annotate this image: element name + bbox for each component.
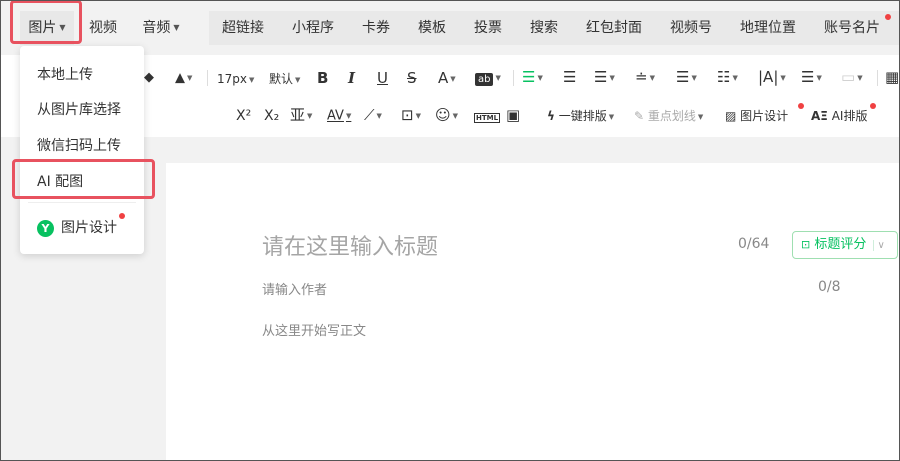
chevron-down-icon: ∨ — [872, 240, 885, 251]
bold-button[interactable]: B — [317, 68, 328, 88]
one-click-layout-label: 一键排版 — [558, 109, 607, 123]
subscript-button[interactable]: X₂ — [264, 106, 279, 126]
emphasis-line-label: 重点划线 — [647, 109, 696, 123]
menu-item-image-design[interactable]: Y 图片设计 — [37, 217, 117, 237]
image-icon: ▨ — [725, 109, 737, 123]
bullet-list-icon[interactable]: ☰ ▼ — [801, 67, 822, 88]
list-indent-icon[interactable]: ☷ ▼ — [717, 67, 738, 88]
divider-line-icon[interactable]: 亚 ▼ — [290, 105, 312, 126]
tab-audio[interactable]: 音频 ▼ — [135, 11, 187, 45]
image-design-label: 图片设计 — [740, 109, 789, 123]
tab-channels[interactable]: 视频号 — [670, 11, 712, 45]
font-color-button[interactable]: A ▼ — [438, 68, 456, 89]
format-painter-icon[interactable]: ▲ ▼ — [175, 68, 192, 89]
divider — [513, 70, 514, 86]
menu-item-wechat-scan-upload[interactable]: 微信扫码上传 — [37, 135, 121, 155]
tab-mini-program[interactable]: 小程序 — [292, 11, 334, 45]
eraser-icon[interactable]: ◆ — [144, 68, 154, 88]
title-input[interactable]: 请在这里输入标题 — [262, 229, 438, 261]
image-insert-menu: 本地上传 从图片库选择 微信扫码上传 AI 配图 Y 图片设计 — [20, 46, 144, 254]
ai-layout-label: AI排版 — [831, 109, 868, 123]
notification-dot — [798, 103, 804, 109]
author-char-count: 0/8 — [818, 279, 841, 295]
author-input[interactable]: 请输入作者 — [262, 279, 327, 298]
editor-paper — [166, 163, 900, 461]
tab-hyperlink[interactable]: 超链接 — [222, 11, 264, 45]
font-size-value: 17px — [217, 72, 247, 86]
italic-button[interactable]: I — [348, 68, 355, 88]
divider — [207, 70, 208, 86]
chevron-down-icon: ▼ — [173, 23, 180, 32]
notification-dot — [885, 14, 891, 20]
line-height-icon[interactable]: ≐ ▼ — [635, 67, 655, 88]
ai-layout-icon: AΞ — [811, 109, 828, 123]
title-char-count: 0/64 — [738, 236, 770, 252]
paragraph-spacing-icon[interactable]: ☰ ▼ — [676, 67, 697, 88]
tab-video[interactable]: 视频 — [85, 11, 121, 45]
tab-template[interactable]: 模板 — [418, 11, 446, 45]
tab-search[interactable]: 搜索 — [530, 11, 558, 45]
menu-divider — [28, 202, 136, 203]
outdent-icon[interactable]: ☰ ▼ — [594, 67, 615, 88]
divider — [877, 70, 878, 86]
menu-item-from-library[interactable]: 从图片库选择 — [37, 99, 121, 119]
font-size-select[interactable]: 17px ▼ — [217, 69, 254, 90]
emoji-icon[interactable]: ☺ ▼ — [435, 105, 458, 126]
tab-account-card[interactable]: 账号名片 — [824, 11, 880, 45]
score-icon: ⊡ — [801, 238, 811, 251]
indent-icon[interactable]: ☰ — [563, 67, 576, 87]
highlight-box-ai-image — [12, 159, 155, 199]
emphasis-line-button[interactable]: ✎ 重点划线 ▼ — [634, 106, 703, 127]
font-family-value: 默认 — [269, 72, 294, 86]
font-color-label: A — [438, 69, 449, 87]
menu-item-local-upload[interactable]: 本地上传 — [37, 64, 93, 84]
one-click-layout-button[interactable]: ϟ 一键排版 ▼ — [547, 106, 614, 127]
image-design-logo-icon: Y — [37, 219, 54, 237]
table-icon[interactable]: ▦ — [885, 67, 899, 87]
letter-spacing-icon[interactable]: |A| ▼ — [758, 67, 786, 88]
tab-red-packet-cover[interactable]: 红包封面 — [586, 11, 642, 45]
highlight-button[interactable]: ab ▼ — [475, 68, 501, 90]
tab-audio-label: 音频 — [142, 20, 171, 36]
tab-location[interactable]: 地理位置 — [740, 11, 796, 45]
notification-dot — [119, 213, 125, 219]
strikethrough-button[interactable]: S — [407, 68, 417, 88]
align-left-icon[interactable]: ☰ ▼ — [522, 67, 543, 88]
highlight-box-image-tab — [10, 0, 82, 44]
lightning-icon: ϟ — [547, 109, 555, 123]
chart-icon[interactable]: ⊡ ▼ — [401, 105, 421, 126]
tab-video-label: 视频 — [89, 20, 117, 36]
magic-wand-icon[interactable]: ⟋ ▼ — [364, 105, 382, 126]
notification-dot — [870, 103, 876, 109]
briefcase-icon[interactable]: ▣ — [506, 105, 520, 125]
insert-tabs-group: 超链接 小程序 卡券 模板 投票 搜索 红包封面 视频号 地理位置 账号名片 — [209, 11, 899, 45]
columns-icon[interactable]: ▭ ▼ — [841, 67, 863, 88]
title-score-button[interactable]: ⊡ 标题评分 ∨ — [792, 231, 898, 259]
tab-vote[interactable]: 投票 — [474, 11, 502, 45]
underline-button[interactable]: U — [377, 68, 388, 88]
ai-layout-button[interactable]: AΞ AI排版 — [811, 106, 867, 126]
html-button[interactable]: HTML — [474, 107, 501, 128]
title-score-label: 标题评分 — [814, 237, 867, 252]
letter-spacing-av-icon[interactable]: AV ▼ — [327, 106, 351, 127]
body-editor[interactable]: 从这里开始写正文 — [262, 320, 366, 339]
image-design-button[interactable]: ▨ 图片设计 — [725, 106, 788, 126]
tab-coupon[interactable]: 卡券 — [362, 11, 390, 45]
marker-icon: ✎ — [634, 109, 645, 123]
html-icon: HTML — [474, 113, 501, 123]
menu-item-image-design-label: 图片设计 — [61, 220, 117, 236]
superscript-button[interactable]: X² — [236, 106, 251, 126]
highlight-icon: ab — [475, 72, 494, 86]
font-family-select[interactable]: 默认 ▼ — [269, 69, 300, 90]
